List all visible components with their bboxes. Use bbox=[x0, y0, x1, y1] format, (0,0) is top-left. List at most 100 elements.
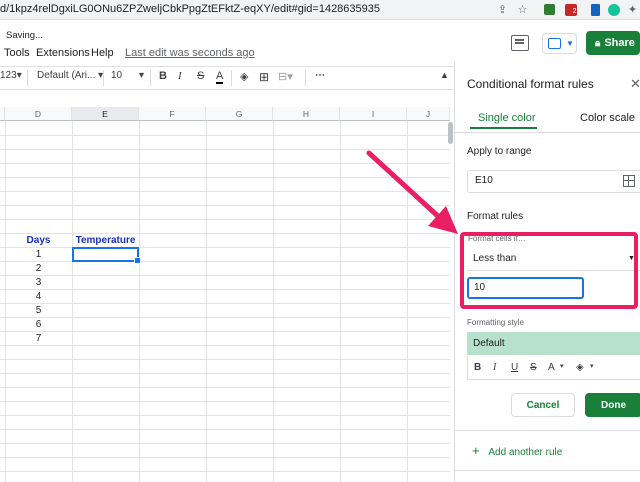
strikethrough-button[interactable]: S bbox=[197, 70, 204, 82]
toolbar-divider bbox=[305, 70, 306, 86]
grid-line bbox=[0, 373, 450, 374]
font-size-chevron-icon[interactable]: ▾ bbox=[139, 70, 144, 81]
number-format-button[interactable]: 123▾ bbox=[0, 70, 22, 81]
grid-line bbox=[0, 289, 450, 290]
present-button[interactable]: ▼ bbox=[542, 33, 577, 54]
share-page-icon[interactable]: ⇪ bbox=[495, 2, 510, 17]
cell-day[interactable]: 7 bbox=[5, 333, 72, 344]
text-color-button[interactable]: A bbox=[216, 70, 224, 84]
present-icon bbox=[548, 38, 561, 49]
collapse-toolbar-icon[interactable]: ▲ bbox=[440, 70, 449, 80]
active-tab-indicator bbox=[470, 127, 537, 129]
vertical-scrollbar[interactable] bbox=[448, 122, 453, 144]
fill-color-icon[interactable]: ◈ bbox=[576, 362, 584, 373]
apply-range-label: Apply to range bbox=[467, 146, 532, 157]
extension-green-icon[interactable] bbox=[542, 2, 557, 17]
font-family-value: Default (Ari... bbox=[37, 70, 96, 81]
column-header-f[interactable]: F bbox=[139, 107, 206, 121]
more-options-icon[interactable]: ⋯ bbox=[315, 70, 325, 81]
grid-line bbox=[0, 317, 450, 318]
selected-cell[interactable] bbox=[72, 247, 141, 264]
grid-line bbox=[0, 261, 450, 262]
format-rules-label: Format rules bbox=[467, 211, 524, 222]
extension-grammarly-icon[interactable] bbox=[606, 2, 621, 17]
tabs-divider bbox=[455, 132, 640, 133]
style-underline-button[interactable]: U bbox=[511, 362, 518, 373]
merge-cells-icon[interactable]: ⊟▾ bbox=[278, 70, 293, 83]
bookmark-star-icon[interactable]: ☆ bbox=[515, 2, 530, 17]
cell-day[interactable]: 5 bbox=[5, 305, 72, 316]
style-strike-button[interactable]: S bbox=[530, 362, 537, 373]
toolbar-divider bbox=[27, 70, 28, 86]
style-bold-button[interactable]: B bbox=[474, 362, 481, 373]
save-status: Saving... bbox=[6, 30, 43, 41]
spreadsheet-grid[interactable]: D E F G H I J Days Temperature 1 2 3 4 5… bbox=[0, 107, 450, 482]
style-preview-text: Default bbox=[473, 338, 505, 349]
grid-line bbox=[0, 401, 450, 402]
add-rule-button[interactable]: + Add another rule bbox=[472, 443, 562, 458]
font-size-select[interactable]: 10 bbox=[111, 70, 122, 81]
toolbar-divider bbox=[231, 70, 232, 86]
comment-history-icon[interactable] bbox=[511, 35, 529, 51]
grid-line bbox=[273, 121, 274, 482]
grid-line bbox=[0, 205, 450, 206]
grid-select-icon[interactable] bbox=[623, 175, 635, 187]
toolbar-divider bbox=[103, 70, 104, 86]
grid-line bbox=[0, 275, 450, 276]
grid-line bbox=[0, 149, 450, 150]
grid-line bbox=[0, 359, 450, 360]
cell-day[interactable]: 3 bbox=[5, 277, 72, 288]
tab-single-color[interactable]: Single color bbox=[478, 112, 535, 124]
column-header-d[interactable]: D bbox=[5, 107, 72, 121]
cell-day[interactable]: 1 bbox=[5, 249, 72, 260]
column-header-j[interactable]: J bbox=[407, 107, 450, 121]
panel-divider bbox=[455, 470, 640, 471]
cell-day[interactable]: 2 bbox=[5, 263, 72, 274]
grid-line bbox=[340, 121, 341, 482]
menu-help[interactable]: Help bbox=[91, 47, 114, 59]
column-header-g[interactable]: G bbox=[206, 107, 273, 121]
font-size-value: 10 bbox=[111, 70, 123, 81]
grid-line bbox=[206, 121, 207, 482]
share-label: Share bbox=[604, 37, 635, 49]
url-text[interactable]: d/1kpz4relDgxiLG0ONu6ZPZweljCbkPpgZtEFkt… bbox=[0, 3, 380, 15]
font-family-select[interactable]: Default (Ari... ▾ bbox=[37, 70, 103, 81]
borders-icon[interactable]: ⊞ bbox=[259, 70, 269, 84]
menu-tools[interactable]: Tools bbox=[4, 47, 30, 59]
tab-color-scale[interactable]: Color scale bbox=[580, 112, 635, 124]
menu-extensions[interactable]: Extensions bbox=[36, 47, 90, 59]
column-header-e[interactable]: E bbox=[72, 107, 139, 121]
style-text-color-button[interactable]: A bbox=[548, 362, 555, 373]
grid-line bbox=[0, 247, 450, 248]
style-italic-button[interactable]: I bbox=[493, 362, 496, 373]
puzzle-extensions-icon[interactable]: ✦ bbox=[625, 2, 640, 17]
number-format-label: 123 bbox=[0, 70, 17, 81]
fill-color-icon[interactable]: ◈ bbox=[240, 70, 248, 83]
cell-temperature-header[interactable]: Temperature bbox=[72, 235, 139, 246]
cell-days-header[interactable]: Days bbox=[5, 235, 72, 246]
done-button[interactable]: Done bbox=[585, 393, 640, 417]
italic-button[interactable]: I bbox=[178, 70, 182, 82]
grid-line bbox=[407, 121, 408, 482]
grid-line bbox=[0, 163, 450, 164]
toolbar-divider bbox=[150, 70, 151, 86]
panel-title: Conditional format rules bbox=[467, 77, 594, 91]
cell-day[interactable]: 6 bbox=[5, 319, 72, 330]
annotation-highlight-box bbox=[460, 232, 638, 309]
grid-line bbox=[0, 331, 450, 332]
cancel-button[interactable]: Cancel bbox=[511, 393, 575, 417]
last-edit-link[interactable]: Last edit was seconds ago bbox=[125, 47, 255, 59]
share-button[interactable]: 🔒︎ Share bbox=[586, 31, 640, 55]
cell-day[interactable]: 4 bbox=[5, 291, 72, 302]
chevron-down-icon: ▼ bbox=[566, 39, 574, 48]
grid-line bbox=[0, 345, 450, 346]
bold-button[interactable]: B bbox=[159, 70, 167, 82]
close-icon[interactable]: ✕ bbox=[630, 76, 640, 92]
fill-color-caret-icon: ▾ bbox=[590, 363, 594, 370]
extension-blue-icon[interactable] bbox=[588, 2, 603, 17]
extension-red-icon[interactable]: 2 bbox=[563, 2, 578, 17]
extension-badge: 2 bbox=[564, 3, 577, 16]
column-header-h[interactable]: H bbox=[273, 107, 340, 121]
formatting-style-label: Formatting style bbox=[467, 318, 524, 327]
column-header-i[interactable]: I bbox=[340, 107, 407, 121]
